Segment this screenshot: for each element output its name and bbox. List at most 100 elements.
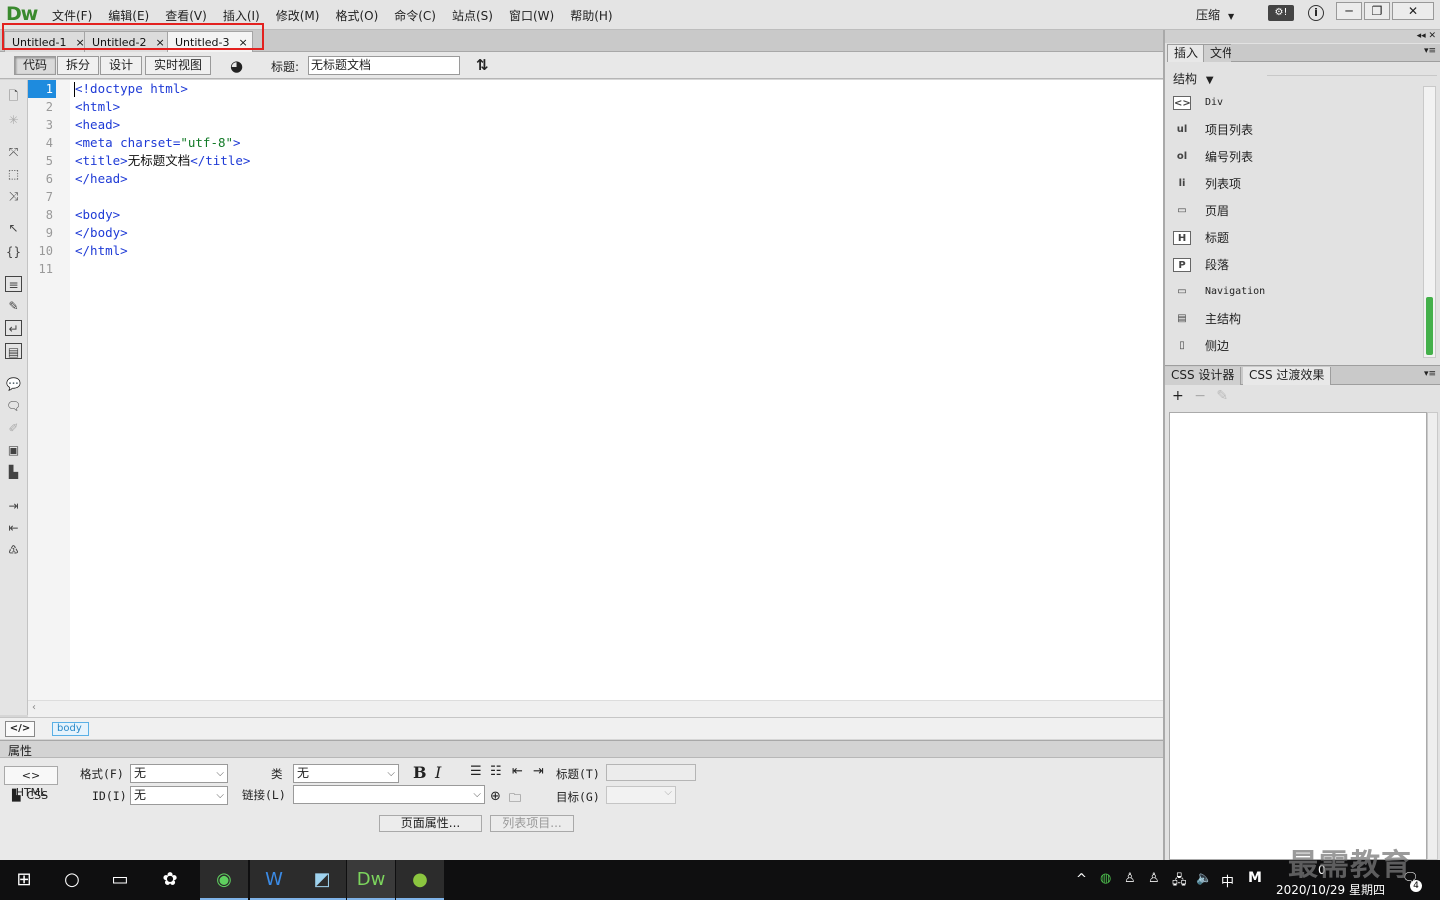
scroll-left-icon[interactable]: ‹: [32, 702, 36, 713]
folder-icon[interactable]: 🗀: [509, 789, 521, 810]
tab-css-transitions[interactable]: CSS 过渡效果: [1243, 367, 1332, 385]
insert-div[interactable]: <> Div: [1173, 89, 1223, 116]
menu-edit[interactable]: 编辑(E): [100, 7, 157, 24]
indent-icon[interactable]: ⇥: [533, 764, 544, 779]
live-view-button[interactable]: 实时视图: [145, 56, 212, 75]
id-select[interactable]: 无 ⌵: [130, 786, 228, 805]
network-icon[interactable]: 🖧: [1172, 871, 1187, 893]
insert-unordered-list[interactable]: ul 项目列表: [1173, 116, 1253, 143]
ordered-list-icon[interactable]: ☷: [490, 764, 502, 779]
page-properties-button[interactable]: 页面属性...: [379, 815, 482, 832]
task-view-icon[interactable]: ▭: [96, 860, 144, 900]
start-icon[interactable]: ⊞: [0, 860, 48, 900]
split-view-button[interactable]: 拆分: [57, 56, 100, 75]
outdent-icon[interactable]: ⇤: [5, 520, 22, 536]
insert-header[interactable]: ▭ 页眉: [1173, 197, 1229, 224]
unordered-list-icon[interactable]: ☰: [470, 764, 482, 779]
menu-format[interactable]: 格式(O): [327, 7, 386, 24]
menu-site[interactable]: 站点(S): [444, 7, 501, 24]
highlight-icon[interactable]: ✎: [5, 298, 22, 314]
menu-commands[interactable]: 命令(C): [386, 7, 444, 24]
code-line[interactable]: </body>: [75, 224, 128, 242]
insert-paragraph[interactable]: P 段落: [1173, 251, 1229, 278]
code-line[interactable]: <body>: [75, 206, 120, 224]
select-icon[interactable]: ⬚: [5, 166, 22, 182]
add-icon[interactable]: +: [1172, 388, 1184, 404]
code-line[interactable]: <head>: [75, 116, 120, 134]
workspace-switcher[interactable]: 压缩 ▼: [1196, 6, 1234, 23]
horizontal-scrollbar[interactable]: ‹: [28, 700, 1163, 717]
open-documents-icon[interactable]: 🗋: [5, 88, 22, 104]
scrollbar-thumb[interactable]: [1426, 297, 1433, 355]
outdent-icon[interactable]: ⇤: [512, 764, 523, 779]
tab-css-designer[interactable]: CSS 设计器: [1165, 367, 1242, 385]
insert-list-item[interactable]: li 列表项: [1173, 170, 1241, 197]
gear-icon[interactable]: ⚙!: [1268, 5, 1294, 21]
sort-icon[interactable]: ⇅: [476, 56, 489, 74]
bold-button[interactable]: B: [413, 763, 427, 782]
insert-navigation[interactable]: ▭ Navigation: [1173, 278, 1265, 305]
code-line[interactable]: <!doctype html>: [75, 80, 188, 98]
insert-ordered-list[interactable]: ol 编号列表: [1173, 143, 1253, 170]
panel-menu-icon[interactable]: ▾≡: [1424, 369, 1436, 379]
menu-modify[interactable]: 修改(M): [268, 7, 328, 24]
css-mode-button[interactable]: ▙ CSS: [12, 789, 48, 802]
html-mode-button[interactable]: <> HTML: [4, 766, 58, 799]
globe-icon[interactable]: ◕: [230, 57, 243, 75]
pointer-icon[interactable]: ↖: [5, 220, 22, 236]
uncomment-icon[interactable]: 🗨: [5, 398, 22, 414]
qq-icon[interactable]: ♙: [1124, 871, 1136, 886]
line-numbers-icon[interactable]: ≡: [5, 276, 22, 292]
tray-chevron-icon[interactable]: ^: [1076, 872, 1087, 887]
category-dropdown[interactable]: 结构 ▼: [1173, 70, 1214, 87]
minimize-button[interactable]: ─: [1336, 2, 1362, 20]
insert-scrollbar[interactable]: [1423, 86, 1436, 358]
wrap-icon[interactable]: ↵: [5, 320, 22, 336]
insert-main[interactable]: ▤ 主结构: [1173, 305, 1241, 332]
code-line[interactable]: <meta charset="utf-8">: [75, 134, 241, 152]
comment-icon[interactable]: 💬: [5, 376, 22, 392]
search-icon[interactable]: ○: [48, 860, 96, 900]
css-scrollbar[interactable]: [1427, 412, 1438, 860]
panel-menu-icon[interactable]: ▾≡: [1424, 46, 1436, 56]
dreamweaver-taskbar-icon[interactable]: Dw: [347, 860, 395, 900]
tab-insert[interactable]: 插入: [1167, 44, 1206, 62]
format-icon[interactable]: ♳: [5, 542, 22, 558]
point-to-file-icon[interactable]: ⊕: [490, 789, 501, 804]
restore-button[interactable]: ❐: [1364, 2, 1390, 20]
browser-icon[interactable]: ◉: [200, 860, 248, 900]
insert-heading[interactable]: H 标题: [1173, 224, 1229, 251]
expand-icon[interactable]: ⤧: [5, 144, 22, 160]
notepad-icon[interactable]: ◩: [298, 860, 346, 900]
close-window-button[interactable]: ✕: [1392, 2, 1434, 20]
code-line[interactable]: <title>无标题文档</title>: [75, 152, 250, 170]
snippet-icon[interactable]: ▣: [5, 442, 22, 458]
indent-icon[interactable]: ⇥: [5, 498, 22, 514]
collapse-icon[interactable]: ⤨: [5, 188, 22, 204]
mail-icon[interactable]: M: [1248, 870, 1262, 886]
menu-insert[interactable]: 插入(I): [215, 7, 268, 24]
menu-window[interactable]: 窗口(W): [501, 7, 562, 24]
italic-button[interactable]: I: [435, 763, 441, 782]
code-line[interactable]: </head>: [75, 170, 128, 188]
braces-icon[interactable]: {}: [5, 244, 22, 260]
link-input[interactable]: ⌵: [293, 785, 485, 804]
code-icon[interactable]: </>: [5, 721, 35, 737]
info-icon[interactable]: i: [1308, 5, 1324, 21]
media-icon[interactable]: ●: [396, 860, 444, 900]
css-icon[interactable]: ▙: [5, 464, 22, 480]
menu-help[interactable]: 帮助(H): [562, 7, 620, 24]
qq-icon-2[interactable]: ♙: [1148, 871, 1160, 886]
syntax-icon[interactable]: ▤: [5, 343, 22, 359]
menu-file[interactable]: 文件(F): [44, 7, 100, 24]
insert-aside[interactable]: ▯ 侧边: [1173, 332, 1229, 359]
class-select[interactable]: 无 ⌵: [293, 764, 399, 783]
title-input[interactable]: 无标题文档: [308, 56, 460, 75]
code-line[interactable]: </html>: [75, 242, 128, 260]
format-select[interactable]: 无 ⌵: [130, 764, 228, 783]
code-line[interactable]: <html>: [75, 98, 120, 116]
app-icon[interactable]: ✿: [146, 860, 194, 900]
collapse-panel-icon[interactable]: ◂◂ ✕: [1165, 30, 1440, 43]
ime-indicator[interactable]: 中: [1221, 871, 1234, 890]
menu-view[interactable]: 查看(V): [157, 7, 215, 24]
